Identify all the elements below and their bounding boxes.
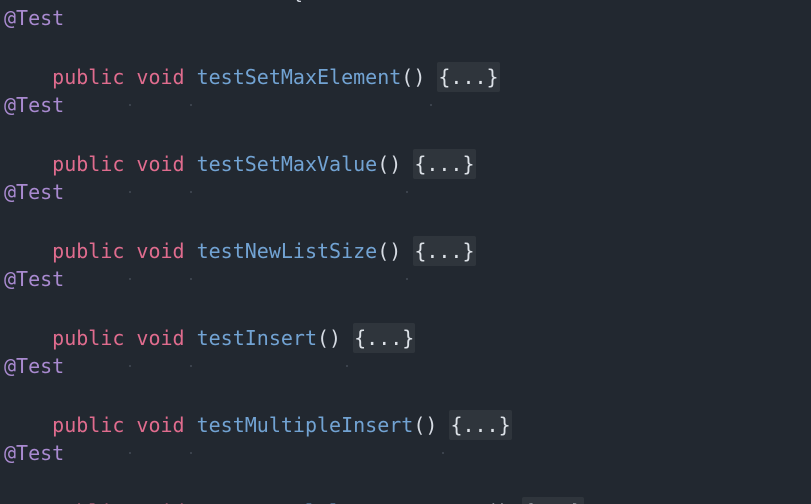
parameter-parens: (): [377, 239, 402, 263]
method-name: testInsert: [196, 326, 318, 350]
method-name: testSetMaxElement: [196, 65, 402, 89]
public-keyword: public: [52, 326, 125, 350]
method-name: testNewListSize: [196, 239, 378, 263]
folded-body[interactable]: {...}: [449, 410, 512, 440]
void-keyword: void: [136, 413, 185, 437]
folded-body[interactable]: {...}: [413, 236, 476, 266]
parameter-parens: (): [413, 413, 438, 437]
method-line-1: public void testSetMaxElement() {...}: [4, 32, 500, 106]
method-name: testSetMaxValue: [196, 152, 378, 176]
annotation-line-5: @Test: [4, 354, 65, 378]
method-line-2: public void testSetMaxValue() {...}: [4, 119, 476, 193]
public-keyword: public: [52, 65, 125, 89]
void-keyword: void: [136, 500, 184, 504]
folded-body[interactable]: {...}: [413, 149, 476, 179]
method-line-6: public void testNormalElementsReport() {...…: [4, 467, 584, 504]
method-line-5: public void testMultipleInsert() {...}: [4, 380, 512, 454]
annotation-line-2: @Test: [4, 93, 65, 117]
public-keyword: public: [52, 152, 125, 176]
annotation-line-6: @Test: [4, 441, 65, 465]
method-name: testMultipleInsert: [196, 413, 414, 437]
annotation-line-3: @Test: [4, 180, 65, 204]
folded-body[interactable]: {...}: [437, 62, 500, 92]
folded-body[interactable]: {...}: [521, 497, 584, 504]
annotation-line-4: @Test: [4, 267, 65, 291]
parameter-parens: (): [486, 500, 510, 504]
method-line-3: public void testNewListSize() {...}: [4, 206, 476, 280]
public-keyword: public: [52, 500, 124, 504]
annotation-line-1: @Test: [4, 6, 65, 30]
parameter-parens: (): [377, 152, 402, 176]
void-keyword: void: [136, 152, 185, 176]
parameter-parens: (): [401, 65, 426, 89]
void-keyword: void: [136, 65, 185, 89]
public-keyword: public: [52, 413, 125, 437]
method-line-4: public void testInsert() {...}: [4, 293, 416, 367]
public-keyword: public: [52, 239, 125, 263]
void-keyword: void: [136, 326, 185, 350]
code-editor[interactable]: { @Test publicvoidtestSetMaxElement(){..…: [0, 0, 811, 504]
top-brace-fragment: {: [292, 0, 308, 3]
method-name: testNormalElementsReport: [197, 500, 486, 504]
parameter-parens: (): [317, 326, 342, 350]
folded-body[interactable]: {...}: [353, 323, 416, 353]
void-keyword: void: [136, 239, 185, 263]
